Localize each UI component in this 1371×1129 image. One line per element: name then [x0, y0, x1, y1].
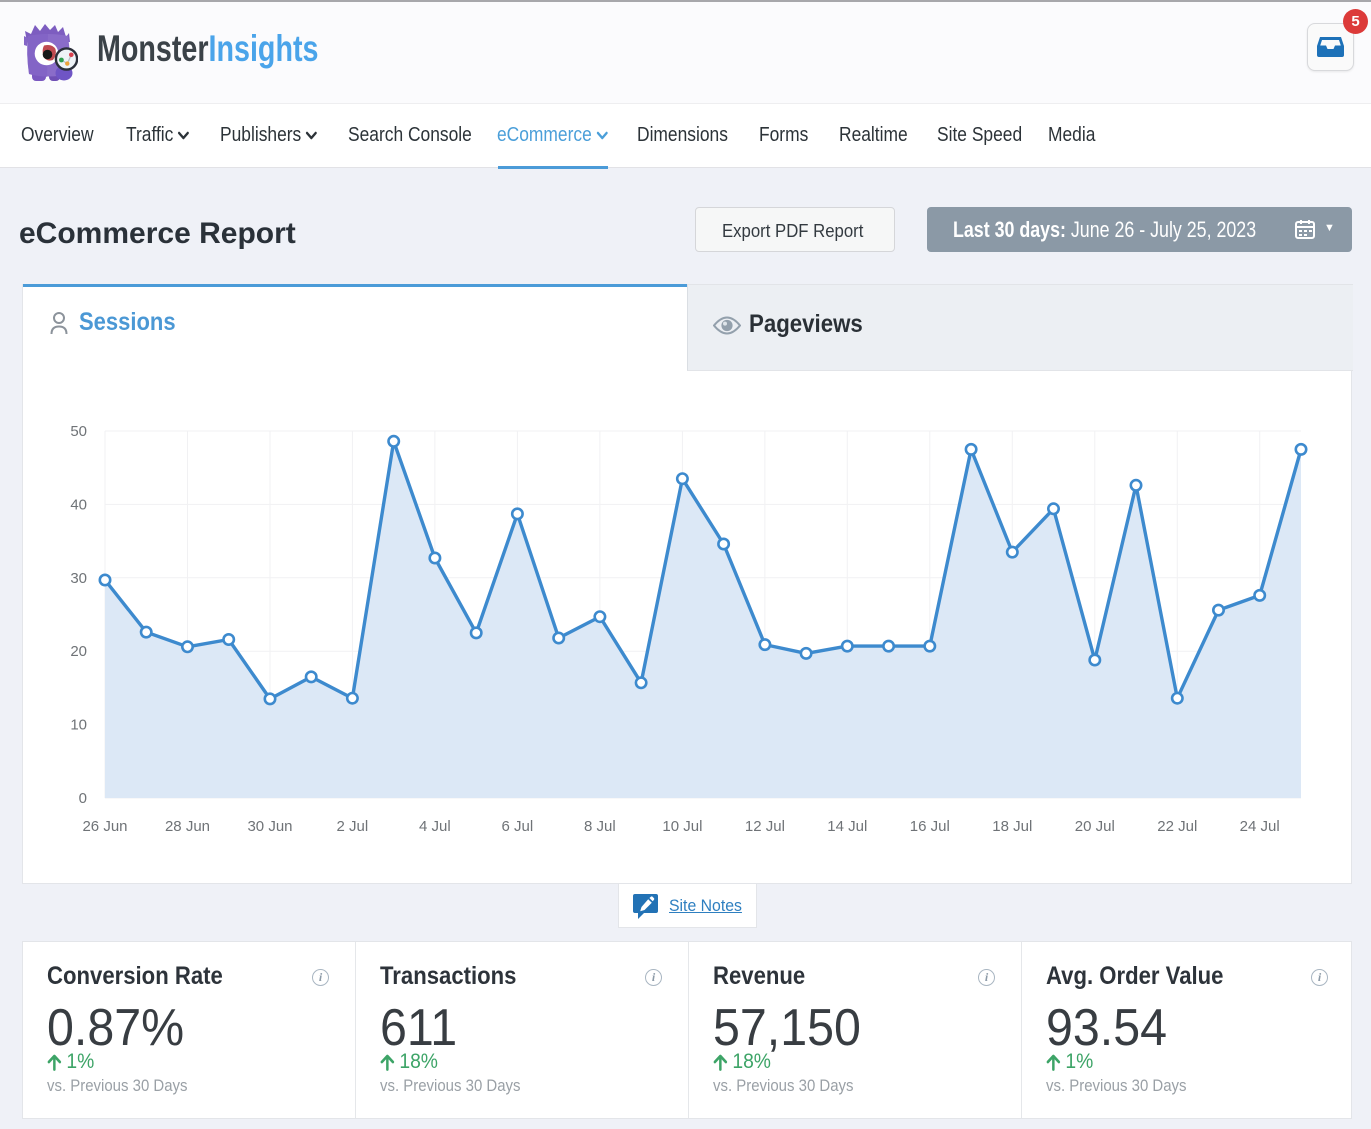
svg-text:12 Jul: 12 Jul: [745, 818, 785, 835]
svg-text:26 Jun: 26 Jun: [82, 818, 127, 835]
svg-text:0: 0: [79, 790, 87, 807]
svg-text:28 Jun: 28 Jun: [165, 818, 210, 835]
svg-text:24 Jul: 24 Jul: [1240, 818, 1280, 835]
svg-text:18 Jul: 18 Jul: [992, 818, 1032, 835]
svg-text:16 Jul: 16 Jul: [910, 818, 950, 835]
svg-text:2 Jul: 2 Jul: [337, 818, 369, 835]
svg-text:14 Jul: 14 Jul: [827, 818, 867, 835]
svg-text:30: 30: [70, 570, 87, 587]
svg-text:8 Jul: 8 Jul: [584, 818, 616, 835]
svg-text:50: 50: [70, 423, 87, 440]
svg-text:20: 20: [70, 643, 87, 660]
svg-text:4 Jul: 4 Jul: [419, 818, 451, 835]
svg-text:10 Jul: 10 Jul: [662, 818, 702, 835]
svg-text:10: 10: [70, 717, 87, 734]
svg-text:40: 40: [70, 496, 87, 513]
svg-text:30 Jun: 30 Jun: [247, 818, 292, 835]
svg-text:20 Jul: 20 Jul: [1075, 818, 1115, 835]
svg-text:22 Jul: 22 Jul: [1157, 818, 1197, 835]
svg-text:6 Jul: 6 Jul: [502, 818, 534, 835]
